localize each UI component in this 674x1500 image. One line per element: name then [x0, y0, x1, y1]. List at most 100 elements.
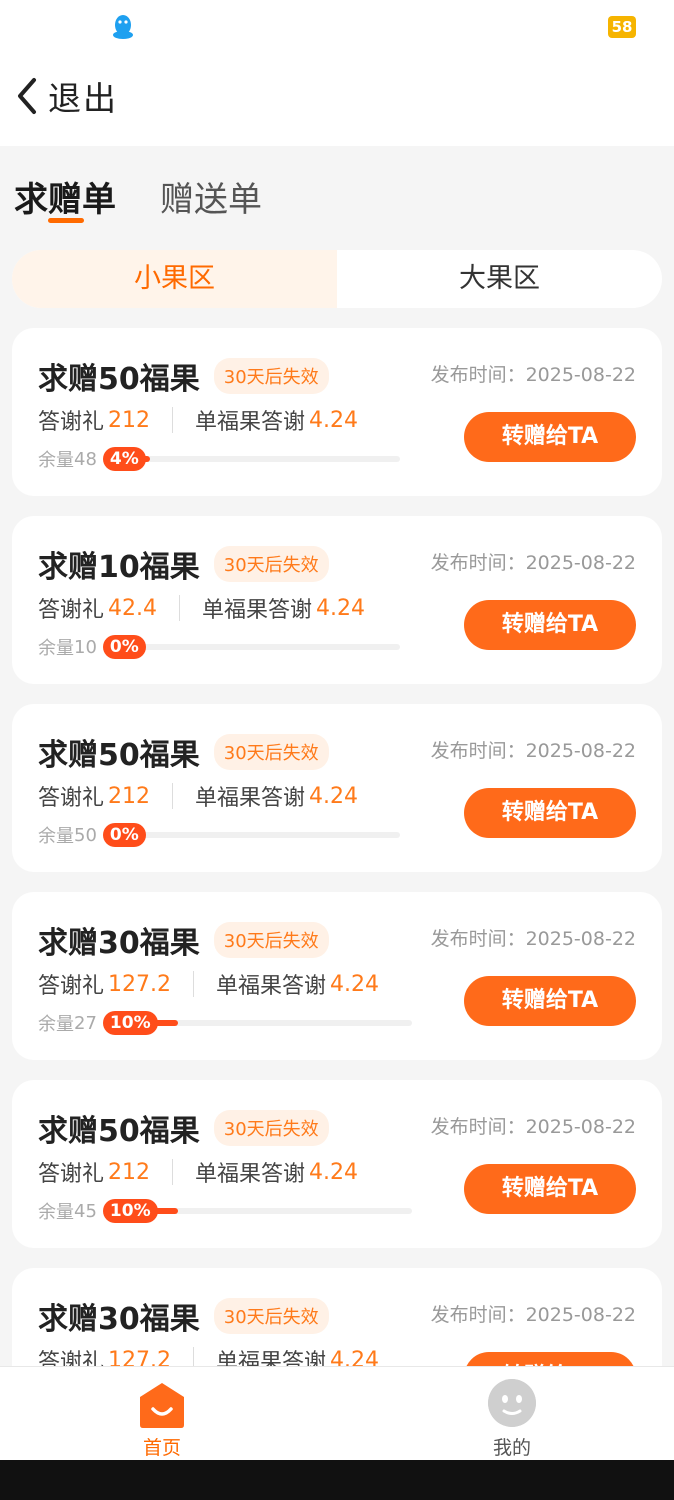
request-list[interactable]: 求赠50福果 30天后失效 发布时间：2025-08-22 答谢礼 212 单福…: [0, 328, 674, 1366]
expire-badge: 30天后失效: [213, 922, 329, 958]
progress-badge: 10%: [102, 1011, 158, 1035]
publish-time: 发布时间：2025-08-22: [431, 1112, 636, 1139]
give-to-ta-button[interactable]: 转赠给TA: [464, 412, 636, 462]
publish-time: 发布时间：2025-08-22: [431, 736, 636, 763]
zone-segment: 小果区 大果区: [12, 250, 662, 308]
remaining-value: 50: [74, 824, 97, 846]
publish-time: 发布时间：2025-08-22: [431, 1300, 636, 1327]
nav-mine[interactable]: 我的: [432, 1367, 592, 1461]
give-to-ta-button[interactable]: 转赠给TA: [464, 1164, 636, 1214]
unit-thanks-label: 单福果答谢: [216, 1350, 327, 1366]
publish-date: 2025-08-22: [525, 740, 636, 762]
card-title: 求赠50福果: [38, 738, 200, 773]
unit-thanks-value: 4.24: [309, 783, 359, 809]
give-to-ta-button[interactable]: 转赠给TA: [464, 788, 636, 838]
unit-thanks-value: 4.24: [309, 1159, 359, 1185]
divider: [172, 407, 174, 433]
expire-badge: 30天后失效: [213, 546, 329, 582]
expire-badge: 30天后失效: [213, 734, 329, 770]
system-nav-bar: [0, 1460, 674, 1500]
progress-bar: [151, 1020, 412, 1026]
remaining-value: 45: [74, 1200, 97, 1222]
request-card: 求赠50福果 30天后失效 发布时间：2025-08-22 答谢礼 212 单福…: [12, 704, 662, 872]
publish-label: 发布时间：: [430, 1304, 526, 1326]
card-title: 求赠50福果: [38, 362, 200, 397]
unit-thanks-value: 4.24: [309, 407, 359, 433]
publish-label: 发布时间：: [430, 552, 526, 574]
expire-badge: 30天后失效: [213, 1110, 329, 1146]
remaining-value: 27: [74, 1012, 97, 1034]
card-title: 求赠10福果: [38, 550, 200, 585]
status-bar: 58: [0, 0, 674, 56]
divider: [193, 1347, 194, 1366]
expire-badge: 30天后失效: [213, 1298, 329, 1334]
tab-request-order[interactable]: 求赠单: [14, 172, 116, 221]
publish-date: 2025-08-22: [525, 552, 636, 574]
segment-small-fruit-zone[interactable]: 小果区: [12, 250, 337, 308]
back-button[interactable]: 退出: [16, 74, 118, 118]
thanks-label: 答谢礼: [38, 410, 105, 435]
publish-time: 发布时间：2025-08-22: [431, 548, 636, 575]
publish-label: 发布时间：: [430, 364, 526, 386]
divider: [172, 783, 174, 809]
thanks-label: 答谢礼: [38, 974, 105, 999]
battery-indicator: 58: [608, 16, 636, 38]
give-to-ta-button[interactable]: 转赠给TA: [464, 600, 636, 650]
publish-label: 发布时间：: [430, 1116, 526, 1138]
publish-label: 发布时间：: [430, 740, 526, 762]
back-label: 退出: [48, 79, 118, 118]
publish-time: 发布时间：2025-08-22: [431, 360, 636, 387]
give-to-ta-button[interactable]: 转赠给TA: [464, 976, 636, 1026]
unit-thanks-value: 4.24: [316, 595, 365, 621]
thanks-label: 答谢礼: [38, 1162, 105, 1187]
expire-badge: 30天后失效: [213, 358, 329, 394]
progress-badge: 10%: [102, 1199, 158, 1223]
profile-face-icon: [488, 1379, 536, 1427]
thanks-value: 42.4: [108, 595, 157, 621]
nav-home-label: 首页: [142, 1437, 181, 1459]
unit-thanks-value: 4.24: [330, 971, 379, 997]
thanks-value: 212: [108, 1159, 151, 1185]
segment-large-fruit-zone[interactable]: 大果区: [337, 250, 662, 308]
progress-bar: [151, 1208, 412, 1214]
unit-thanks-label: 单福果答谢: [216, 974, 327, 999]
thanks-value: 127.2: [108, 971, 171, 997]
divider: [193, 971, 194, 997]
publish-label: 发布时间：: [430, 928, 526, 950]
nav-mine-label: 我的: [492, 1437, 531, 1459]
publish-date: 2025-08-22: [525, 1304, 636, 1326]
bottom-nav: 首页 我的: [0, 1366, 674, 1461]
unit-thanks-label: 单福果答谢: [195, 786, 306, 811]
card-title: 求赠50福果: [38, 1114, 200, 1149]
remaining-label: 余量: [38, 1202, 74, 1223]
unit-thanks-value: 4.24: [330, 1347, 379, 1367]
request-card: 求赠50福果 30天后失效 发布时间：2025-08-22 答谢礼 212 单福…: [12, 1080, 662, 1248]
progress-bar: [139, 832, 400, 838]
publish-date: 2025-08-22: [525, 364, 636, 386]
progress-bar: [139, 456, 400, 462]
thanks-label: 答谢礼: [38, 1350, 105, 1366]
remaining-label: 余量: [38, 450, 74, 471]
home-smile-icon: [140, 1383, 184, 1428]
request-card: 求赠30福果 30天后失效 发布时间：2025-08-22 答谢礼 127.2 …: [12, 1268, 662, 1366]
tab-gift-order[interactable]: 赠送单: [160, 172, 262, 221]
nav-home[interactable]: 首页: [82, 1367, 242, 1461]
divider: [179, 595, 180, 621]
thanks-value: 212: [108, 407, 151, 433]
unit-thanks-label: 单福果答谢: [202, 598, 313, 623]
publish-date: 2025-08-22: [525, 928, 636, 950]
tab-active-indicator: [48, 218, 84, 223]
card-title: 求赠30福果: [38, 1302, 200, 1337]
publish-date: 2025-08-22: [525, 1116, 636, 1138]
publish-time: 发布时间：2025-08-22: [431, 924, 636, 951]
progress-badge: 0%: [102, 635, 146, 659]
unit-thanks-label: 单福果答谢: [195, 1162, 306, 1187]
order-tabs: 求赠单 赠送单: [0, 146, 674, 246]
thanks-label: 答谢礼: [38, 598, 105, 623]
request-card: 求赠30福果 30天后失效 发布时间：2025-08-22 答谢礼 127.2 …: [12, 892, 662, 1060]
progress-badge: 0%: [102, 823, 146, 847]
request-card: 求赠50福果 30天后失效 发布时间：2025-08-22 答谢礼 212 单福…: [12, 328, 662, 496]
remaining-label: 余量: [38, 826, 74, 847]
thanks-value: 127.2: [108, 1347, 171, 1367]
give-to-ta-button[interactable]: 转赠给TA: [464, 1352, 636, 1366]
